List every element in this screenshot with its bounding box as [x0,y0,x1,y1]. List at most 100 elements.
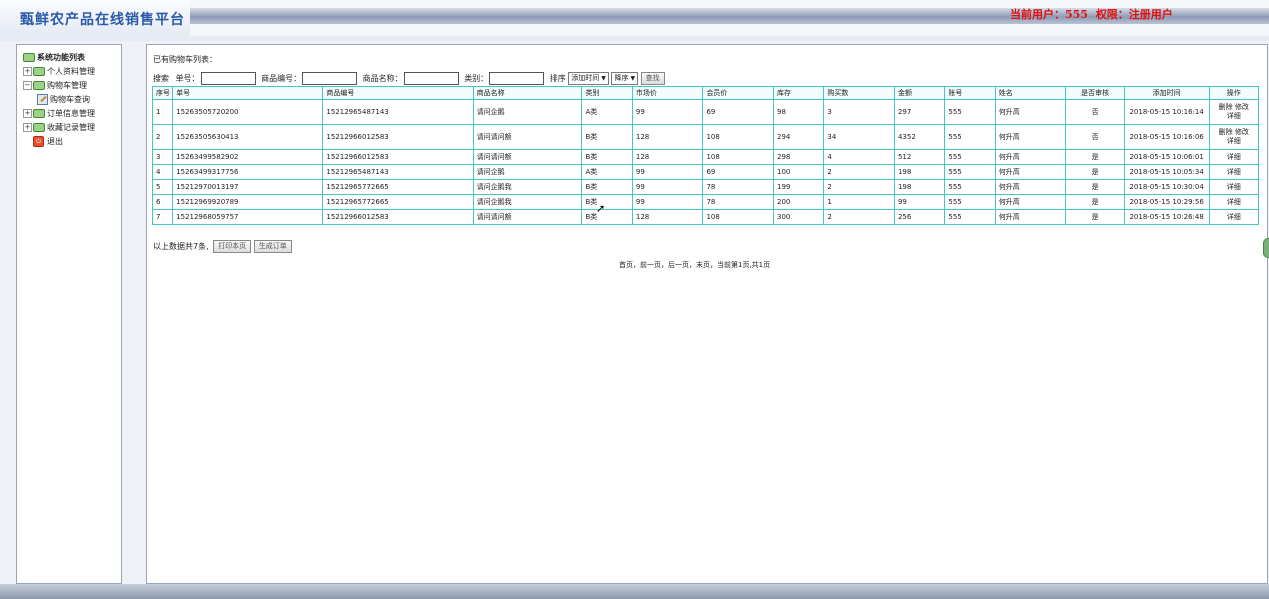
generate-order-button[interactable]: 生成订单 [253,240,292,253]
action-link[interactable]: 删除 [1219,103,1233,111]
cell-no: 2 [151,124,174,150]
cell-name: 请问企鹅 [472,164,583,180]
cell-member: 69 [702,99,774,125]
cell-market: 99 [631,99,704,125]
collapse-icon[interactable]: − [23,81,32,90]
cell-actions: 详细 [1208,179,1259,195]
cell-audited: 否 [1065,99,1125,125]
action-link[interactable]: 详细 [1227,198,1241,206]
main-panel: 已有购物车列表： 搜索 单号： 商品编号： 商品名称： 类别： 排序 添加时间 ▼… [146,44,1268,584]
action-link[interactable]: 详细 [1227,153,1241,161]
action-link[interactable]: 修改 [1235,103,1249,111]
current-user: 当前用户：555 [1010,8,1088,21]
category-label: 类别： [464,74,489,83]
cell-audited: 是 [1065,164,1125,180]
cell-order: 15212970013197 [172,179,324,195]
sidebar-item-logout[interactable]: ⏻ 退出 [23,135,95,149]
cell-account: 555 [944,124,996,150]
cell-name: 请问企鹅 [472,99,583,125]
cell-market: 128 [631,149,704,165]
expand-icon[interactable]: + [23,109,32,118]
user-info: 当前用户：555 权限：注册用户 [1010,6,1177,22]
sidebar-item-orders[interactable]: + 订单信息管理 [23,107,95,121]
cell-audited: 是 [1065,194,1125,210]
function-tree: 系统功能列表 + 个人资料管理 − 购物车管理 购物车查询 + 订单信息管理 + 收藏记… [23,51,95,149]
expand-icon[interactable]: + [23,123,32,132]
cell-stock: 298 [772,149,825,165]
table-row: 7 15212968059757 15212966012583 请问请问额 B类 128 1… [151,209,1259,225]
cell-pid: 15212965487143 [322,99,474,125]
action-link[interactable]: 详细 [1227,137,1241,145]
cell-cat: B类 [581,179,633,195]
cell-uname: 何升高 [994,209,1067,225]
cell-order: 15263505630413 [172,124,324,150]
column-header: 会员价 [702,86,774,100]
table-row: 4 15263499317756 15212965487143 请问企鹅 A类 99 69 1… [151,164,1259,180]
sidebar-item-favorites[interactable]: + 收藏记录管理 [23,121,95,135]
action-link[interactable]: 详细 [1227,112,1241,120]
sidebar-item-profile[interactable]: + 个人资料管理 [23,65,95,79]
cell-actions: 详细 [1208,149,1259,165]
cell-time: 2018-05-15 10:06:01 [1123,149,1210,165]
cell-uname: 何升高 [994,164,1067,180]
sidebar-item-cart-query[interactable]: 购物车查询 [23,93,95,107]
table-row: 5 15212970013197 15212965772665 请问企鹅我 B类 99 78… [151,179,1259,195]
sort-field-select[interactable]: 添加时间 ▼ [568,72,609,85]
action-link[interactable]: 详细 [1227,183,1241,191]
folder-icon [33,81,45,90]
cell-time: 2018-05-15 10:30:04 [1123,179,1210,195]
cell-time: 2018-05-15 10:16:06 [1123,124,1210,150]
cell-qty: 4 [823,149,895,165]
cell-market: 99 [631,179,704,195]
category-input[interactable] [489,72,545,85]
table-row: 6 15212969920789 15212965772665 请问企鹅我 B类 99 78… [151,194,1259,210]
search-button[interactable]: 查找 [640,72,665,85]
product-name-label: 商品名称： [362,74,403,83]
cell-pid: 15212965772665 [322,179,474,195]
footer-bar [0,584,1269,599]
cell-order: 15263499582902 [172,149,324,165]
cell-name: 请问请问额 [472,124,583,150]
column-header: 金额 [893,86,946,100]
action-link[interactable]: 详细 [1227,168,1241,176]
cell-uname: 何升高 [994,124,1067,150]
pagination[interactable]: 首页，前一页，后一页，末页，当前第1页,共1页 [619,260,770,270]
cell-no: 6 [151,194,174,210]
product-name-input[interactable] [403,72,459,85]
list-caption: 已有购物车列表： [153,55,217,64]
cell-qty: 2 [823,209,895,225]
expand-icon[interactable]: + [23,67,32,76]
action-link[interactable]: 详细 [1227,213,1241,221]
table-row: 3 15263499582902 15212966012583 请问请问额 B类 128 1… [151,149,1259,165]
action-link[interactable]: 修改 [1235,128,1249,136]
cell-account: 555 [944,179,996,195]
sort-order-select[interactable]: 降序 ▼ [611,72,639,85]
cell-amount: 256 [893,209,946,225]
cell-name: 请问请问额 [472,149,583,165]
column-header: 购买数 [823,86,895,100]
summary-bar: 以上数据共7条, 打印本页 生成订单 [153,240,292,253]
cell-member: 78 [702,194,774,210]
folder-icon [33,123,45,132]
cell-account: 555 [944,194,996,210]
column-header: 单号 [172,86,324,100]
cell-uname: 何升高 [994,194,1067,210]
cell-audited: 是 [1065,209,1125,225]
column-header: 市场价 [631,86,704,100]
cell-amount: 198 [893,179,946,195]
product-no-input[interactable] [302,72,358,85]
cell-stock: 98 [772,99,825,125]
sidebar-item-cart[interactable]: − 购物车管理 [23,79,95,93]
cell-member: 78 [702,179,774,195]
column-header: 姓名 [994,86,1067,100]
search-label: 搜索 [153,74,169,83]
order-no-input[interactable] [200,72,256,85]
print-button[interactable]: 打印本页 [213,240,252,253]
cell-stock: 294 [772,124,825,150]
column-header: 账号 [944,86,996,100]
cell-uname: 何升高 [994,179,1067,195]
order-no-label: 单号： [175,74,200,83]
action-link[interactable]: 删除 [1219,128,1233,136]
tree-root[interactable]: 系统功能列表 [23,51,95,65]
cell-market: 99 [631,194,704,210]
